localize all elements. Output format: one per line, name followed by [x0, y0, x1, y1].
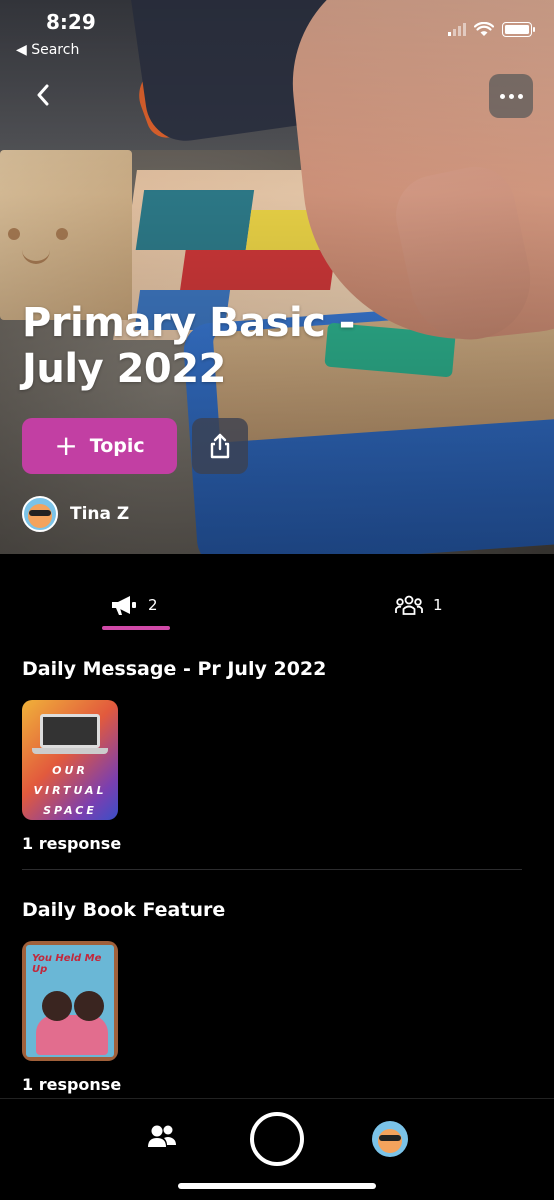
group-owner[interactable]: Tina Z	[22, 496, 129, 532]
group-cover-image: 8:29 ◀ Search Primary Basic - July 2022 …	[0, 0, 554, 554]
topic-item[interactable]: Daily Book Feature You Held Me Up 1 resp…	[22, 899, 522, 1094]
home-indicator	[178, 1183, 376, 1189]
topics-count: 2	[148, 596, 158, 614]
response-count[interactable]: 1 response	[22, 1075, 522, 1094]
groups-tab-button[interactable]	[146, 1123, 178, 1155]
topic-title: Daily Message - Pr July 2022	[22, 658, 327, 680]
page-title: Primary Basic - July 2022	[22, 300, 355, 392]
thumbnail-text: SPACE	[43, 804, 97, 817]
thumbnail-text: OUR	[52, 764, 88, 777]
response-count[interactable]: 1 response	[22, 834, 522, 853]
wifi-icon	[474, 22, 494, 36]
share-button[interactable]	[192, 418, 248, 474]
members-icon	[395, 595, 423, 615]
laptop-icon	[40, 714, 100, 748]
divider	[22, 869, 522, 870]
chevron-left-icon	[37, 84, 49, 106]
thumbnail-text: VIRTUAL	[33, 784, 107, 797]
cellular-signal-icon	[448, 23, 466, 36]
plus-icon: +	[54, 429, 78, 462]
status-time: 8:29	[46, 10, 96, 34]
topic-thumbnail[interactable]: OUR VIRTUAL SPACE	[22, 700, 118, 820]
share-icon	[210, 433, 230, 459]
add-topic-button[interactable]: + Topic	[22, 418, 177, 474]
record-button[interactable]	[250, 1112, 304, 1166]
bottom-tab-bar	[0, 1098, 554, 1200]
back-button[interactable]	[28, 80, 58, 110]
book-title: You Held Me Up	[32, 953, 102, 975]
topic-item[interactable]: Daily Message - Pr July 2022 OUR VIRTUAL…	[22, 658, 522, 853]
back-to-app-link[interactable]: ◀ Search	[16, 42, 79, 58]
tab-members[interactable]: 1	[395, 580, 443, 630]
battery-icon	[502, 22, 535, 37]
members-count: 1	[433, 596, 443, 614]
topic-thumbnail[interactable]: You Held Me Up	[22, 941, 118, 1061]
more-horizontal-icon	[499, 93, 505, 99]
tab-topics[interactable]: 2	[110, 580, 158, 630]
avatar	[22, 496, 58, 532]
profile-tab-button[interactable]	[372, 1121, 408, 1157]
owner-name: Tina Z	[70, 504, 130, 524]
megaphone-icon	[112, 596, 136, 615]
groups-icon	[148, 1125, 176, 1147]
more-options-button[interactable]	[489, 74, 533, 118]
status-icons	[448, 22, 535, 37]
add-topic-label: Topic	[89, 435, 145, 457]
topic-title: Daily Book Feature	[22, 899, 226, 921]
avatar	[378, 1129, 402, 1153]
book-cover: You Held Me Up	[26, 945, 114, 1057]
group-tabs: 2 1	[0, 580, 554, 630]
active-tab-indicator	[102, 626, 170, 630]
